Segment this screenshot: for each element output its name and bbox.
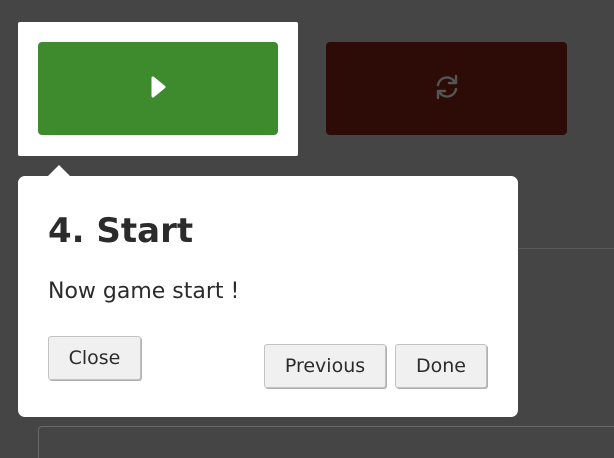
- play-icon: [149, 75, 167, 103]
- play-button[interactable]: [38, 42, 278, 135]
- tour-popover: 4. Start Now game start ! Close Previous…: [18, 165, 518, 417]
- done-button[interactable]: Done: [395, 344, 487, 388]
- refresh-icon: [432, 72, 462, 106]
- game-screen: 4. Start Now game start ! Close Previous…: [0, 0, 614, 458]
- popover-description: Now game start !: [48, 279, 240, 304]
- background-divider: [518, 248, 614, 249]
- background-panel: [38, 426, 614, 458]
- popover-arrow: [48, 165, 70, 176]
- previous-button[interactable]: Previous: [264, 344, 386, 388]
- reset-button[interactable]: [326, 42, 567, 135]
- popover-title: 4. Start: [48, 211, 194, 251]
- close-button[interactable]: Close: [48, 336, 141, 380]
